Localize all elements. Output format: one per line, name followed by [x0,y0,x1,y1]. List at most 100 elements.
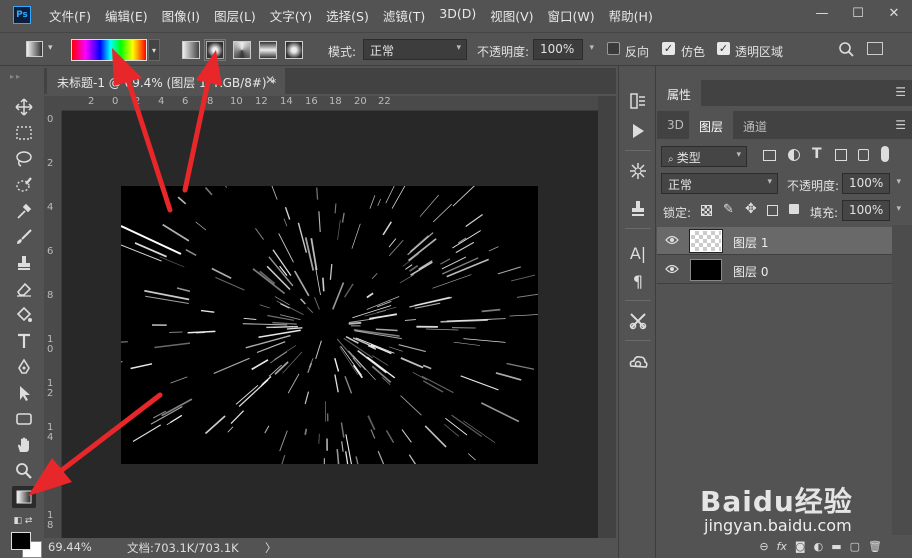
properties-tab[interactable]: 属性 [657,80,701,106]
dither-checkbox[interactable]: ✓ [662,42,675,55]
blend-mode-select[interactable]: 正常 ▾ [661,173,778,194]
panel-divider [625,150,651,151]
lock-artboard-icon[interactable] [767,205,778,216]
panel-menu-icon[interactable]: ☰ [895,118,906,132]
panel-menu-icon[interactable]: ☰ [895,85,906,99]
gradient-preview[interactable] [71,39,147,61]
diamond-gradient-button[interactable] [285,41,303,59]
layer-filter-select[interactable]: ⌕ 类型 ▾ [661,146,747,167]
workspace-icon[interactable] [867,42,883,55]
layers-panel-tab[interactable]: 图层 [689,111,734,139]
search-icon[interactable] [838,41,854,57]
gradient-tool-icon[interactable] [12,486,36,508]
filter-pixel-icon[interactable] [763,150,776,161]
star-streak [404,319,416,321]
dither-label: 仿色 [681,45,706,59]
filter-shape-icon[interactable] [835,149,847,161]
menu-item[interactable]: 文字(Y) [270,6,312,25]
brush-tool-icon[interactable] [12,226,36,248]
character-icon[interactable]: A| [627,242,649,264]
layer-opacity-field[interactable]: 100% ▾ [842,173,901,194]
chevron-down-icon[interactable]: ▾ [48,43,53,53]
paragraph-icon[interactable]: ¶ [627,270,649,292]
opacity-field[interactable]: 100% ▾ [533,39,594,60]
panel-grip-icon[interactable]: ▸▸ [10,72,34,81]
path-selection-tool-icon[interactable] [12,382,36,404]
history-icon[interactable] [627,90,649,112]
document-canvas[interactable] [121,186,538,464]
filter-smart-object-icon[interactable] [858,149,869,161]
brush-settings-icon[interactable] [627,160,649,182]
paint-bucket-tool-icon[interactable] [12,304,36,326]
reverse-checkbox[interactable] [607,42,620,55]
angle-gradient-button[interactable] [233,41,251,59]
filter-toggle-icon[interactable] [881,146,889,162]
lock-all-icon[interactable] [789,204,799,214]
opacity-value: 100% [540,42,575,56]
filter-adjustment-icon[interactable] [788,149,800,161]
ruler-tick-label: 1 0 [47,334,54,355]
clone-source-icon[interactable] [627,198,649,220]
layer-thumbnail[interactable] [689,229,723,253]
star-streak [334,358,340,372]
layer-name[interactable]: 图层 1 [733,234,768,251]
menu-item[interactable]: 图像(I) [162,6,200,25]
eyedropper-tool-icon[interactable] [12,200,36,222]
hand-tool-icon[interactable] [12,434,36,456]
tool-presets-icon[interactable] [627,310,649,332]
layer-thumbnail[interactable] [690,259,722,281]
stamp-tool-icon[interactable] [12,252,36,274]
close-tab-icon[interactable]: ✕ [265,73,275,87]
vertical-scrollbar[interactable] [598,96,616,538]
lasso-tool-icon[interactable] [12,148,36,170]
filter-type-icon[interactable]: T [812,146,822,162]
foreground-color-swatch[interactable] [11,532,31,550]
menu-item[interactable]: 编辑(E) [105,6,148,25]
lock-transparent-icon[interactable] [701,205,712,216]
move-tool-icon[interactable] [12,96,36,118]
menu-item[interactable]: 视图(V) [490,6,533,25]
layer-name[interactable]: 图层 0 [733,263,768,280]
gradient-picker-button[interactable]: ▾ [148,39,160,61]
minimize-button[interactable]: — [804,0,840,26]
zoom-level[interactable]: 69.44% [48,540,92,554]
mode-select[interactable]: 正常 ▾ [363,39,467,60]
menu-item[interactable]: 3D(D) [439,6,476,25]
tool-preset-picker[interactable] [26,41,43,57]
fill-field[interactable]: 100% ▾ [842,200,901,221]
layers-panel-tab[interactable]: 通道 [733,111,777,139]
menu-item[interactable]: 文件(F) [49,6,91,25]
menu-item[interactable]: 滤镜(T) [383,6,425,25]
transparency-checkbox[interactable]: ✓ [717,42,730,55]
pen-tool-icon[interactable] [12,356,36,378]
menu-item[interactable]: 图层(L) [214,6,256,25]
menu-item[interactable]: 帮助(H) [609,6,653,25]
type-tool-icon[interactable] [12,330,36,352]
reflected-gradient-button[interactable] [259,41,277,59]
menu-item[interactable]: 选择(S) [326,6,369,25]
visibility-eye-icon[interactable] [665,264,679,274]
ruler-origin[interactable] [44,96,62,111]
swap-colors-icon[interactable]: ◧ ⇄ [8,514,38,528]
lock-image-icon[interactable]: ✎ [723,202,734,217]
visibility-eye-icon[interactable] [665,235,679,245]
star-streak [343,337,374,359]
quick-selection-tool-icon[interactable] [12,174,36,196]
lock-position-icon[interactable]: ✥ [745,201,757,217]
status-menu-arrow[interactable]: 〉 [265,540,277,556]
rectangle-tool-icon[interactable] [12,408,36,430]
zoom-tool-icon[interactable] [12,460,36,482]
maximize-button[interactable]: ☐ [840,0,876,26]
radial-gradient-button[interactable] [204,39,226,61]
libraries-icon[interactable] [627,352,649,374]
menu-item[interactable]: 窗口(W) [548,6,595,25]
star-streak [351,223,361,249]
linear-gradient-button[interactable] [182,41,200,59]
play-actions-icon[interactable] [627,120,649,142]
close-button[interactable]: ✕ [876,0,912,26]
eraser-tool-icon[interactable] [12,278,36,300]
layer-row[interactable]: 图层 1 [657,227,892,255]
document-tab[interactable]: 未标题-1 @ 69.4% (图层 1, RGB/8#) * ✕ [47,68,285,94]
marquee-tool-icon[interactable] [12,122,36,144]
layer-row[interactable]: 图层 0 [657,256,892,284]
